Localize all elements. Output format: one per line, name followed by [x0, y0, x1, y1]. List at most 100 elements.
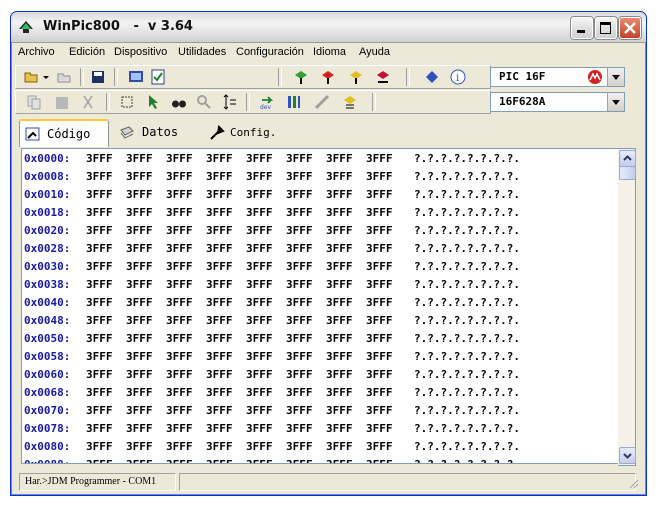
hardware-test-icon[interactable]: [286, 94, 302, 110]
memory-word[interactable]: 3FFF: [86, 368, 113, 381]
memory-word[interactable]: 3FFF: [86, 206, 113, 219]
memory-row[interactable]: 0x0008: 3FFF 3FFF 3FFF 3FFF 3FFF 3FFF 3FFF 3FFF?…: [22, 170, 617, 188]
cut-icon[interactable]: [80, 94, 96, 110]
memory-word[interactable]: 3FFF: [326, 206, 353, 219]
memory-word[interactable]: 3FFF: [206, 404, 233, 417]
chevron-down-icon[interactable]: [42, 69, 50, 85]
copy-icon[interactable]: [26, 94, 42, 110]
memory-word[interactable]: 3FFF: [286, 458, 313, 463]
reload-file-icon[interactable]: [56, 69, 72, 85]
memory-word[interactable]: 3FFF: [126, 278, 153, 291]
open-folder-icon[interactable]: [24, 69, 40, 85]
book-icon[interactable]: [424, 69, 440, 85]
menu-dispositivo[interactable]: Dispositivo: [114, 46, 167, 58]
memory-row[interactable]: 0x0078: 3FFF 3FFF 3FFF 3FFF 3FFF 3FFF 3FFF 3FFF?…: [22, 422, 617, 440]
memory-word[interactable]: 3FFF: [166, 368, 193, 381]
memory-word[interactable]: 3FFF: [166, 440, 193, 453]
memory-row[interactable]: 0x0048: 3FFF 3FFF 3FFF 3FFF 3FFF 3FFF 3FFF 3FFF?…: [22, 314, 617, 332]
memory-word[interactable]: 3FFF: [206, 278, 233, 291]
memory-word[interactable]: 3FFF: [366, 242, 393, 255]
memory-word[interactable]: 3FFF: [366, 314, 393, 327]
memory-word[interactable]: 3FFF: [166, 224, 193, 237]
memory-word[interactable]: 3FFF: [86, 224, 113, 237]
memory-word[interactable]: 3FFF: [206, 206, 233, 219]
memory-word[interactable]: 3FFF: [166, 314, 193, 327]
memory-row[interactable]: 0x0070: 3FFF 3FFF 3FFF 3FFF 3FFF 3FFF 3FFF 3FFF?…: [22, 404, 617, 422]
memory-word[interactable]: 3FFF: [86, 314, 113, 327]
goto-address-icon[interactable]: [221, 94, 237, 110]
memory-word[interactable]: 3FFF: [126, 206, 153, 219]
memory-word[interactable]: 3FFF: [326, 404, 353, 417]
memory-word[interactable]: 3FFF: [246, 422, 273, 435]
memory-word[interactable]: 3FFF: [246, 224, 273, 237]
memory-word[interactable]: 3FFF: [246, 296, 273, 309]
memory-row[interactable]: 0x0010: 3FFF 3FFF 3FFF 3FFF 3FFF 3FFF 3FFF 3FFF?…: [22, 188, 617, 206]
resize-grip-icon[interactable]: [627, 477, 639, 489]
replace-icon[interactable]: [196, 94, 212, 110]
save-icon[interactable]: [90, 69, 106, 85]
memory-word[interactable]: 3FFF: [366, 422, 393, 435]
memory-word[interactable]: 3FFF: [86, 260, 113, 273]
memory-word[interactable]: 3FFF: [126, 296, 153, 309]
memory-word[interactable]: 3FFF: [126, 458, 153, 463]
memory-word[interactable]: 3FFF: [86, 458, 113, 463]
memory-word[interactable]: 3FFF: [86, 152, 113, 165]
memory-word[interactable]: 3FFF: [286, 350, 313, 363]
memory-word[interactable]: 3FFF: [366, 458, 393, 463]
memory-word[interactable]: 3FFF: [366, 170, 393, 183]
screen-icon[interactable]: [128, 69, 144, 85]
memory-word[interactable]: 3FFF: [86, 422, 113, 435]
memory-word[interactable]: 3FFF: [166, 422, 193, 435]
memory-word[interactable]: 3FFF: [366, 440, 393, 453]
memory-row[interactable]: 0x0038: 3FFF 3FFF 3FFF 3FFF 3FFF 3FFF 3FFF 3FFF?…: [22, 278, 617, 296]
memory-word[interactable]: 3FFF: [246, 350, 273, 363]
memory-word[interactable]: 3FFF: [246, 206, 273, 219]
memory-word[interactable]: 3FFF: [246, 440, 273, 453]
scroll-thumb[interactable]: [619, 166, 636, 180]
tab-datos[interactable]: Datos: [115, 119, 195, 145]
memory-word[interactable]: 3FFF: [86, 188, 113, 201]
memory-word[interactable]: 3FFF: [366, 386, 393, 399]
tab-codigo[interactable]: Código: [19, 119, 109, 147]
scroll-down-button[interactable]: [619, 447, 636, 464]
memory-word[interactable]: 3FFF: [166, 350, 193, 363]
checklist-icon[interactable]: [150, 69, 166, 85]
memory-word[interactable]: 3FFF: [86, 386, 113, 399]
memory-word[interactable]: 3FFF: [166, 242, 193, 255]
menu-idioma[interactable]: Idioma: [313, 46, 346, 58]
memory-word[interactable]: 3FFF: [286, 404, 313, 417]
memory-word[interactable]: 3FFF: [326, 314, 353, 327]
memory-word[interactable]: 3FFF: [206, 440, 233, 453]
memory-word[interactable]: 3FFF: [86, 278, 113, 291]
memory-word[interactable]: 3FFF: [86, 170, 113, 183]
dev-detect-icon[interactable]: dev: [259, 94, 275, 110]
memory-word[interactable]: 3FFF: [166, 332, 193, 345]
close-button[interactable]: [619, 17, 641, 39]
memory-row[interactable]: 0x0058: 3FFF 3FFF 3FFF 3FFF 3FFF 3FFF 3FFF 3FFF?…: [22, 350, 617, 368]
memory-word[interactable]: 3FFF: [286, 224, 313, 237]
memory-word[interactable]: 3FFF: [246, 386, 273, 399]
memory-word[interactable]: 3FFF: [326, 350, 353, 363]
memory-word[interactable]: 3FFF: [366, 206, 393, 219]
memory-word[interactable]: 3FFF: [286, 242, 313, 255]
memory-word[interactable]: 3FFF: [286, 422, 313, 435]
memory-row[interactable]: 0x0060: 3FFF 3FFF 3FFF 3FFF 3FFF 3FFF 3FFF 3FFF?…: [22, 368, 617, 386]
memory-word[interactable]: 3FFF: [286, 278, 313, 291]
memory-word[interactable]: 3FFF: [86, 440, 113, 453]
memory-word[interactable]: 3FFF: [166, 152, 193, 165]
memory-word[interactable]: 3FFF: [126, 368, 153, 381]
memory-word[interactable]: 3FFF: [286, 332, 313, 345]
menu-utilidades[interactable]: Utilidades: [178, 46, 226, 58]
memory-word[interactable]: 3FFF: [366, 278, 393, 291]
memory-word[interactable]: 3FFF: [126, 332, 153, 345]
memory-row[interactable]: 0x0080: 3FFF 3FFF 3FFF 3FFF 3FFF 3FFF 3FFF 3FFF?…: [22, 440, 617, 458]
device-family-select[interactable]: PIC 16F: [490, 67, 625, 87]
memory-word[interactable]: 3FFF: [366, 152, 393, 165]
title-bar[interactable]: WinPic800 - v 3.64: [11, 12, 646, 43]
memory-word[interactable]: 3FFF: [166, 404, 193, 417]
memory-word[interactable]: 3FFF: [366, 260, 393, 273]
menu-configuracion[interactable]: Configuración: [236, 46, 304, 58]
select-area-icon[interactable]: [120, 94, 136, 110]
memory-word[interactable]: 3FFF: [246, 278, 273, 291]
memory-word[interactable]: 3FFF: [126, 242, 153, 255]
